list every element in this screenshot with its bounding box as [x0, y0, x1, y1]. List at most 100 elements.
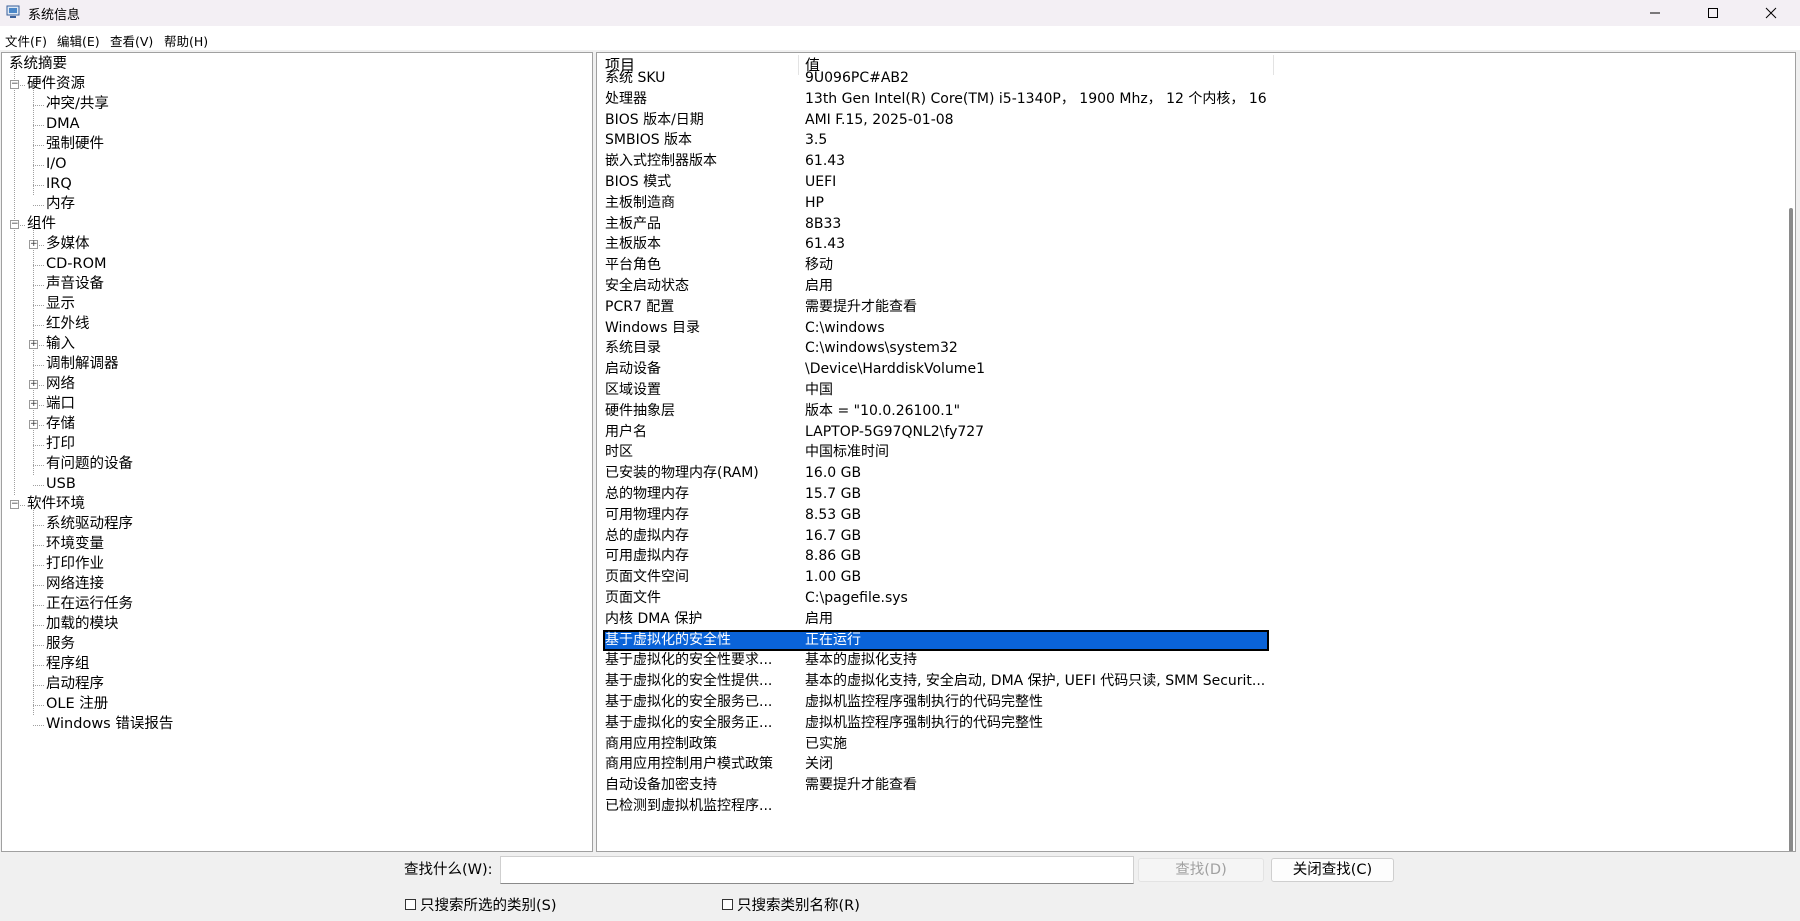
checkbox-box[interactable] — [722, 899, 733, 910]
tree-item[interactable]: 显示 — [46, 295, 75, 314]
search-category-names-checkbox[interactable]: 只搜索类别名称(R) — [722, 894, 860, 915]
detail-row[interactable]: 主板产品 8B33 — [603, 214, 1269, 235]
detail-row[interactable]: 基于虚拟化的安全性要求... 基本的虚拟化支持 — [603, 650, 1269, 671]
tree-item[interactable]: 声音设备 — [46, 275, 104, 294]
expand-icon[interactable]: + — [29, 400, 38, 409]
detail-row[interactable]: 主板版本 61.43 — [603, 234, 1269, 255]
close-find-button[interactable]: 关闭查找(C) — [1271, 858, 1394, 882]
detail-row[interactable]: 总的虚拟内存 16.7 GB — [603, 526, 1269, 547]
detail-row[interactable]: 商用应用控制用户模式政策 关闭 — [603, 754, 1269, 775]
detail-row[interactable]: 平台角色 移动 — [603, 255, 1269, 276]
detail-row[interactable]: 区域设置 中国 — [603, 380, 1269, 401]
detail-row[interactable]: 基于虚拟化的安全性提供... 基本的虚拟化支持, 安全启动, DMA 保护, UE… — [603, 671, 1269, 692]
tree-item[interactable]: 打印 — [46, 435, 75, 454]
detail-row[interactable]: 安全启动状态 启用 — [603, 276, 1269, 297]
detail-row[interactable]: 系统 SKU 9U096PC#AB2 — [603, 68, 1269, 89]
minimize-button[interactable] — [1626, 0, 1684, 26]
tree-item[interactable]: I/O — [46, 155, 67, 174]
detail-row[interactable]: 内核 DMA 保护 启用 — [603, 609, 1269, 630]
menu-help[interactable]: 帮助(H) — [164, 31, 208, 50]
tree-item[interactable]: 服务 — [46, 635, 75, 654]
collapse-icon[interactable]: − — [10, 500, 19, 509]
tree-item[interactable]: USB — [46, 475, 76, 494]
details-list[interactable]: 项目 值 系统 SKU 9U096PC#AB2 处理器 13th Gen Intel(… — [596, 52, 1796, 852]
menu-view[interactable]: 查看(V) — [110, 31, 153, 50]
detail-row[interactable]: 可用虚拟内存 8.86 GB — [603, 546, 1269, 567]
detail-row[interactable]: 自动设备加密支持 需要提升才能查看 — [603, 775, 1269, 796]
close-window-button[interactable] — [1742, 0, 1800, 26]
tree-item[interactable]: 程序组 — [46, 655, 90, 674]
expand-icon[interactable]: + — [29, 380, 38, 389]
detail-row[interactable]: 主板制造商 HP — [603, 193, 1269, 214]
detail-row[interactable]: 已安装的物理内存(RAM) 16.0 GB — [603, 463, 1269, 484]
detail-row[interactable]: 时区 中国标准时间 — [603, 442, 1269, 463]
tree-item[interactable]: 硬件资源 — [27, 75, 85, 94]
detail-item-cell: 主板制造商 — [605, 194, 675, 211]
detail-row[interactable]: BIOS 版本/日期 AMI F.15, 2025-01-08 — [603, 110, 1269, 131]
menu-edit[interactable]: 编辑(E) — [57, 31, 100, 50]
detail-row[interactable]: 启动设备 \Device\HarddiskVolume1 — [603, 359, 1269, 380]
tree-item[interactable]: 内存 — [46, 195, 75, 214]
checkbox-box[interactable] — [405, 899, 416, 910]
detail-row[interactable]: 基于虚拟化的安全服务正... 虚拟机监控程序强制执行的代码完整性 — [603, 713, 1269, 734]
menu-file[interactable]: 文件(F) — [5, 31, 47, 50]
tree-item[interactable]: CD-ROM — [46, 255, 107, 274]
tree-item[interactable]: 存储 — [46, 415, 75, 434]
detail-row[interactable]: 总的物理内存 15.7 GB — [603, 484, 1269, 505]
tree-item[interactable]: DMA — [46, 115, 80, 134]
tree-item[interactable]: 打印作业 — [46, 555, 104, 574]
detail-value-cell: 13th Gen Intel(R) Core(TM) i5-1340P， 190… — [805, 90, 1269, 107]
tree-item[interactable]: 软件环境 — [27, 495, 85, 514]
collapse-icon[interactable]: − — [10, 80, 19, 89]
detail-row[interactable]: 基于虚拟化的安全服务已... 虚拟机监控程序强制执行的代码完整性 — [603, 692, 1269, 713]
tree-item[interactable]: 冲突/共享 — [46, 95, 109, 114]
detail-row[interactable]: 页面文件 C:\pagefile.sys — [603, 588, 1269, 609]
tree-item[interactable]: 组件 — [27, 215, 56, 234]
column-separator[interactable] — [1273, 55, 1274, 75]
tree-item[interactable]: 有问题的设备 — [46, 455, 133, 474]
tree-item[interactable]: 网络 — [46, 375, 75, 394]
expand-icon[interactable]: + — [29, 240, 38, 249]
tree-item[interactable]: 启动程序 — [46, 675, 104, 694]
detail-row[interactable]: 嵌入式控制器版本 61.43 — [603, 151, 1269, 172]
detail-row[interactable]: BIOS 模式 UEFI — [603, 172, 1269, 193]
detail-item-cell: 已检测到虚拟机监控程序... — [605, 798, 773, 814]
category-tree[interactable]: 系统摘要 − 硬件资源 冲突/共享 DMA 强制硬件 I/O IRQ 内存 − 组件 + 多媒体 CD-R… — [1, 52, 593, 852]
collapse-icon[interactable]: − — [10, 220, 19, 229]
tree-item[interactable]: 红外线 — [46, 315, 90, 334]
maximize-button[interactable] — [1684, 0, 1742, 26]
detail-row[interactable]: 商用应用控制政策 已实施 — [603, 734, 1269, 755]
detail-row[interactable]: 基于虚拟化的安全性 正在运行 — [603, 629, 1269, 651]
tree-item[interactable]: IRQ — [46, 175, 72, 194]
tree-item[interactable]: OLE 注册 — [46, 695, 108, 714]
expand-icon[interactable]: + — [29, 340, 38, 349]
tree-item[interactable]: 调制解调器 — [46, 355, 119, 374]
detail-row[interactable]: 系统目录 C:\windows\system32 — [603, 338, 1269, 359]
tree-item[interactable]: 系统驱动程序 — [46, 515, 133, 534]
find-button[interactable]: 查找(D) — [1138, 858, 1264, 882]
detail-row[interactable]: 处理器 13th Gen Intel(R) Core(TM) i5-1340P， … — [603, 89, 1269, 110]
tree-item[interactable]: 输入 — [46, 335, 75, 354]
tree-item[interactable]: 强制硬件 — [46, 135, 104, 154]
detail-row[interactable]: PCR7 配置 需要提升才能查看 — [603, 297, 1269, 318]
detail-row[interactable]: 可用物理内存 8.53 GB — [603, 505, 1269, 526]
tree-item[interactable]: 端口 — [46, 395, 75, 414]
detail-row[interactable]: 页面文件空间 1.00 GB — [603, 567, 1269, 588]
find-input[interactable] — [500, 856, 1134, 884]
detail-row[interactable]: 用户名 LAPTOP-5G97QNL2\fy727 — [603, 422, 1269, 443]
detail-row[interactable]: Windows 目录 C:\windows — [603, 318, 1269, 339]
expand-icon[interactable]: + — [29, 420, 38, 429]
vertical-scrollbar[interactable] — [1789, 208, 1793, 851]
search-selected-category-checkbox[interactable]: 只搜索所选的类别(S) — [405, 894, 557, 915]
tree-item[interactable]: 系统摘要 — [9, 55, 67, 74]
tree-item[interactable]: 加载的模块 — [46, 615, 119, 634]
detail-row[interactable]: 硬件抽象层 版本 = "10.0.26100.1" — [603, 401, 1269, 422]
tree-item[interactable]: 正在运行任务 — [46, 595, 133, 614]
tree-item[interactable]: 多媒体 — [46, 235, 90, 254]
tree-item[interactable]: 网络连接 — [46, 575, 104, 594]
detail-row[interactable]: 已检测到虚拟机监控程序... — [603, 796, 1269, 817]
detail-item-cell: 基于虚拟化的安全服务正... — [605, 714, 773, 731]
detail-row[interactable]: SMBIOS 版本 3.5 — [603, 130, 1269, 151]
tree-item[interactable]: Windows 错误报告 — [46, 715, 173, 734]
tree-item[interactable]: 环境变量 — [46, 535, 104, 554]
